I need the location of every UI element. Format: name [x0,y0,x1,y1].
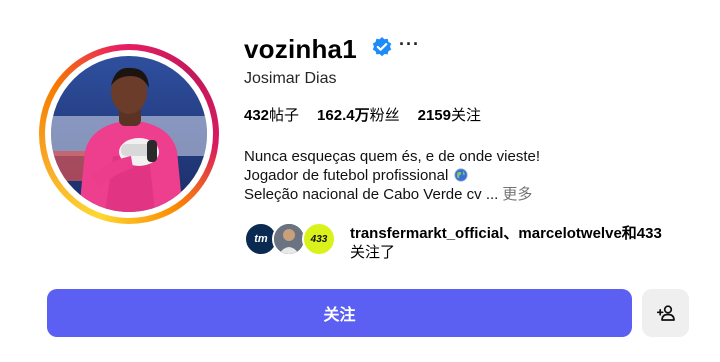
433-logo-text: 433 [310,233,328,245]
follower-avatar-marcelotwelve [272,222,306,256]
profile-full-name: Josimar Dias [244,70,337,87]
marcelotwelve-photo [274,224,304,254]
followers-label: 粉丝 [369,107,400,124]
profile-avatar-ring[interactable] [39,44,219,224]
avatar-photo-image [51,56,207,212]
profile-stats: 432帖子 162.4万粉丝 2159关注 [244,104,481,125]
followers-count[interactable]: 162.4万粉丝 [317,104,400,125]
bio-line-3: Seleção nacional de Cabo Verde cv ... [244,186,499,203]
following-count[interactable]: 2159关注 [418,104,481,125]
follower-avatar-433: 433 [302,222,336,256]
profile-bio: Nunca esqueças quem és, e de onde vieste… [244,147,540,204]
suggested-users-button[interactable] [642,289,689,337]
followed-by-text[interactable]: transfermarkt_official、marcelotwelve和433… [350,224,662,262]
add-user-icon [656,305,675,321]
followers-number: 162.4万 [317,107,370,124]
bio-line-3-row: Seleção nacional de Cabo Verde cv ... 更多 [244,185,540,204]
profile-avatar[interactable] [51,56,207,212]
bio-line-2-row: Jogador de futebol profissional [244,166,540,185]
more-options-icon[interactable]: ··· [399,34,420,55]
followed-by-suffix: 关注了 [350,244,396,261]
following-label: 关注 [450,107,481,124]
posts-label: 帖子 [269,107,300,124]
transfermarkt-logo-text: tm [254,233,268,245]
bio-line-1: Nunca esqueças quem és, e de onde vieste… [244,148,541,165]
following-number: 2159 [417,107,451,124]
profile-username: vozinha1 [244,34,357,64]
verified-badge-icon [372,37,392,57]
avatar-ring-gap [45,50,213,218]
followed-by-names-bold: transfermarkt_official、marcelotwelve和433 [350,225,662,242]
follow-button[interactable]: 关注 [47,289,632,337]
bio-line-2: Jogador de futebol profissional [244,167,449,184]
posts-count[interactable]: 432帖子 [244,104,299,125]
bio-more-link[interactable]: 更多 [502,186,532,203]
followed-by-names: transfermarkt_official、marcelotwelve和433 [350,224,662,243]
globe-icon [454,168,468,182]
posts-number: 432 [244,107,270,124]
